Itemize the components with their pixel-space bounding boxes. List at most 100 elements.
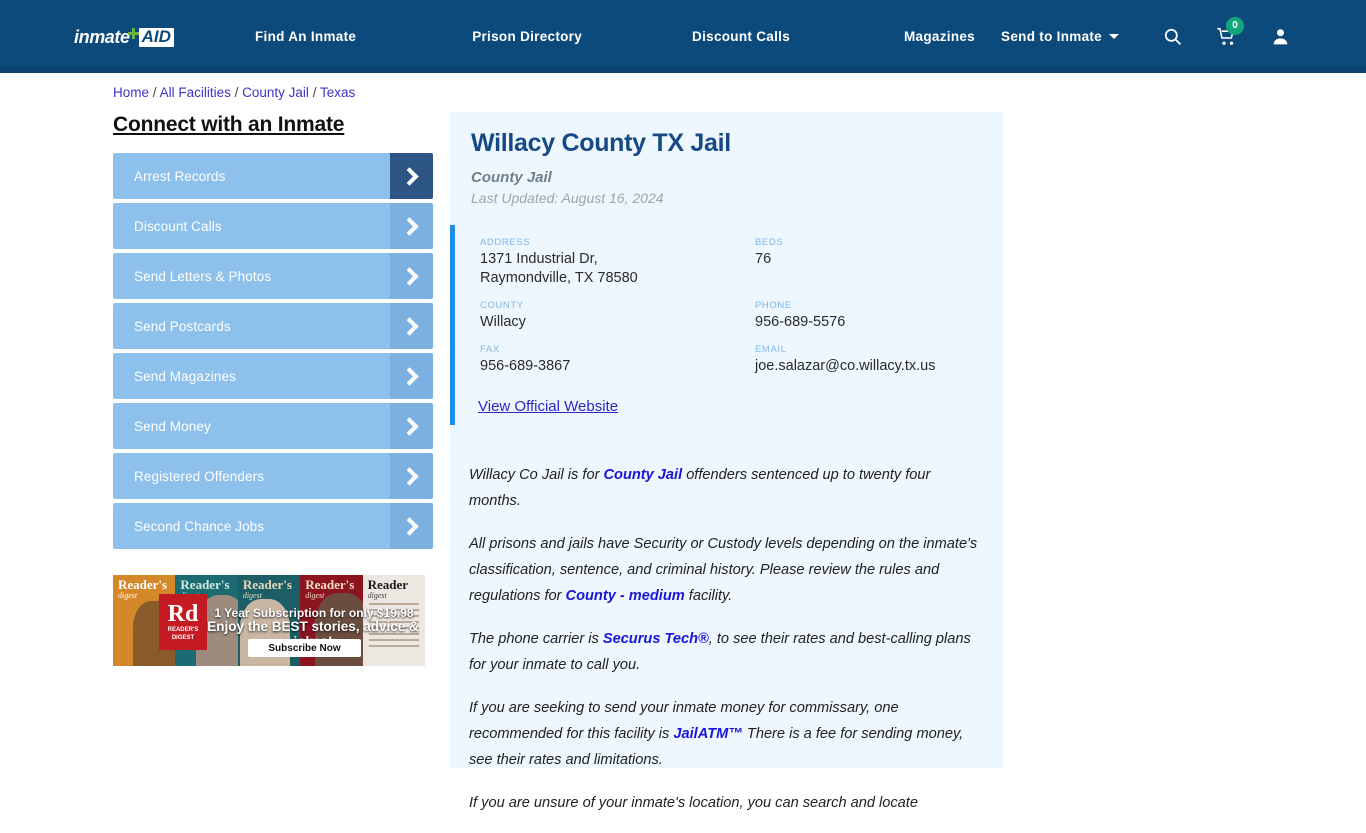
info-value: 76	[755, 251, 772, 267]
breadcrumb-separator: /	[234, 85, 239, 100]
chevron-right-icon	[390, 403, 433, 449]
info-field-fax: FAX 956-689-3867	[480, 344, 755, 388]
chevron-right-icon	[390, 303, 433, 349]
sidebar: Connect with an Inmate Arrest Records Di…	[113, 113, 433, 553]
ad-cover-sub: digest	[305, 591, 325, 600]
chevron-down-icon	[1109, 34, 1119, 39]
description-paragraph-4: If you are seeking to send your inmate m…	[469, 695, 981, 773]
info-value: Willacy	[480, 314, 526, 330]
county-medium-link[interactable]: County - medium	[566, 588, 685, 604]
chevron-right-icon	[390, 203, 433, 249]
description-paragraph-2: All prisons and jails have Security or C…	[469, 531, 981, 609]
ad-cover-title: Reader's	[242, 577, 292, 592]
sidebar-item-send-money[interactable]: Send Money	[113, 403, 433, 449]
sidebar-item-label: Second Chance Jobs	[134, 518, 265, 534]
info-field-email: EMAIL joe.salazar@co.willacy.tx.us	[755, 344, 990, 388]
info-field-beds: BEDS 76	[755, 237, 990, 300]
breadcrumb-county-jail[interactable]: County Jail	[242, 85, 309, 100]
logo-aid-badge: AID	[138, 27, 174, 47]
county-jail-link[interactable]: County Jail	[603, 467, 682, 483]
ad-cover-title: Reader's	[118, 577, 168, 592]
site-logo[interactable]: inmate AID	[74, 26, 174, 48]
facility-info-grid: ADDRESS 1371 Industrial Dr, Raymondville…	[480, 237, 990, 388]
description-paragraph-5: If you are unsure of your inmate's locat…	[469, 790, 981, 816]
p2-text-b: facility.	[684, 588, 733, 604]
info-value: 956-689-3867	[480, 358, 571, 374]
account-button[interactable]	[1271, 27, 1290, 46]
breadcrumb-home[interactable]: Home	[113, 85, 149, 100]
ad-headline: 1 Year Subscription for only $19.98	[214, 606, 414, 620]
ad-cover-title: Reader's	[305, 577, 355, 592]
subscribe-now-button[interactable]: Subscribe Now	[248, 639, 361, 657]
ad-cover-title: Reader's	[180, 577, 230, 592]
description-paragraph-3: The phone carrier is Securus Tech®, to s…	[469, 626, 981, 678]
chevron-right-icon	[390, 253, 433, 299]
breadcrumb-all-facilities[interactable]: All Facilities	[160, 85, 231, 100]
breadcrumb-texas[interactable]: Texas	[320, 85, 355, 100]
nav-magazines[interactable]: Magazines	[904, 29, 975, 44]
sidebar-item-label: Send Money	[134, 418, 211, 434]
sidebar-item-label: Send Magazines	[134, 368, 236, 384]
main-nav: Find An Inmate Prison Directory Discount…	[255, 0, 975, 73]
view-official-website-link[interactable]: View Official Website	[478, 398, 618, 415]
p1-text-a: Willacy Co Jail is for	[469, 467, 604, 483]
search-button[interactable]	[1163, 27, 1182, 46]
info-label: PHONE	[755, 300, 792, 311]
info-value: joe.salazar@co.willacy.tx.us	[755, 358, 936, 374]
site-header: inmate AID Find An Inmate Prison Directo…	[0, 0, 1366, 73]
breadcrumb-separator: /	[312, 85, 317, 100]
info-field-county: COUNTY Willacy	[480, 300, 755, 344]
sidebar-title: Connect with an Inmate	[113, 113, 345, 136]
chevron-right-icon	[390, 453, 433, 499]
info-value: 956-689-5576	[755, 314, 846, 330]
facility-type: County Jail	[471, 169, 552, 186]
green-plus-icon	[127, 27, 139, 39]
search-icon	[1164, 28, 1182, 46]
ad-cover-sub: digest	[367, 591, 387, 600]
logo-wordmark: inmate	[74, 26, 130, 47]
info-label: ADDRESS	[480, 237, 531, 248]
chevron-right-icon	[390, 503, 433, 549]
sidebar-item-send-letters-photos[interactable]: Send Letters & Photos	[113, 253, 433, 299]
send-to-inmate-label: Send to Inmate	[1001, 29, 1102, 44]
sidebar-item-arrest-records[interactable]: Arrest Records	[113, 153, 433, 199]
securus-tech-link[interactable]: Securus Tech®	[603, 631, 709, 647]
facility-description: Willacy Co Jail is for County Jail offen…	[469, 462, 981, 833]
advertisement-banner[interactable]: Reader's digest Reader's digest Reader's…	[113, 575, 425, 666]
info-field-address: ADDRESS 1371 Industrial Dr, Raymondville…	[480, 237, 755, 300]
sidebar-item-send-magazines[interactable]: Send Magazines	[113, 353, 433, 399]
info-label: EMAIL	[755, 344, 787, 355]
cart-button[interactable]: 0	[1216, 16, 1244, 47]
ad-cover-title: Reader	[367, 577, 409, 592]
sidebar-item-label: Send Letters & Photos	[134, 268, 272, 284]
jailatm-link[interactable]: JailATM™	[673, 726, 742, 742]
nav-discount-calls[interactable]: Discount Calls	[692, 29, 790, 44]
nav-find-an-inmate[interactable]: Find An Inmate	[255, 29, 356, 44]
header-actions: Send to Inmate 0	[1001, 0, 1366, 73]
send-to-inmate-dropdown[interactable]: Send to Inmate	[1001, 29, 1119, 44]
description-paragraph-1: Willacy Co Jail is for County Jail offen…	[469, 462, 981, 514]
rd-monogram: Rd	[167, 601, 199, 627]
ad-cover-sub: digest	[242, 591, 262, 600]
user-account-icon	[1273, 29, 1288, 45]
info-label: COUNTY	[480, 300, 524, 311]
info-field-phone: PHONE 956-689-5576	[755, 300, 990, 344]
sidebar-item-send-postcards[interactable]: Send Postcards	[113, 303, 433, 349]
sidebar-item-second-chance-jobs[interactable]: Second Chance Jobs	[113, 503, 433, 549]
sidebar-item-label: Arrest Records	[134, 168, 226, 184]
sidebar-item-label: Registered Offenders	[134, 468, 265, 484]
last-updated-text: Last Updated: August 16, 2024	[471, 190, 664, 206]
sidebar-item-registered-offenders[interactable]: Registered Offenders	[113, 453, 433, 499]
sidebar-item-label: Discount Calls	[134, 218, 222, 234]
sidebar-item-discount-calls[interactable]: Discount Calls	[113, 203, 433, 249]
p3-text-a: The phone carrier is	[469, 631, 603, 647]
facility-info-box: ADDRESS 1371 Industrial Dr, Raymondville…	[450, 225, 1003, 425]
chevron-right-icon	[390, 353, 433, 399]
breadcrumb-separator: /	[152, 85, 157, 100]
nav-prison-directory[interactable]: Prison Directory	[472, 29, 582, 44]
readers-digest-logo: Rd READER'S DIGEST	[159, 594, 207, 650]
ad-cover-sub: digest	[118, 591, 138, 600]
page-title: Willacy County TX Jail	[471, 129, 731, 157]
cart-count-badge: 0	[1226, 16, 1244, 35]
sidebar-item-label: Send Postcards	[134, 318, 231, 334]
